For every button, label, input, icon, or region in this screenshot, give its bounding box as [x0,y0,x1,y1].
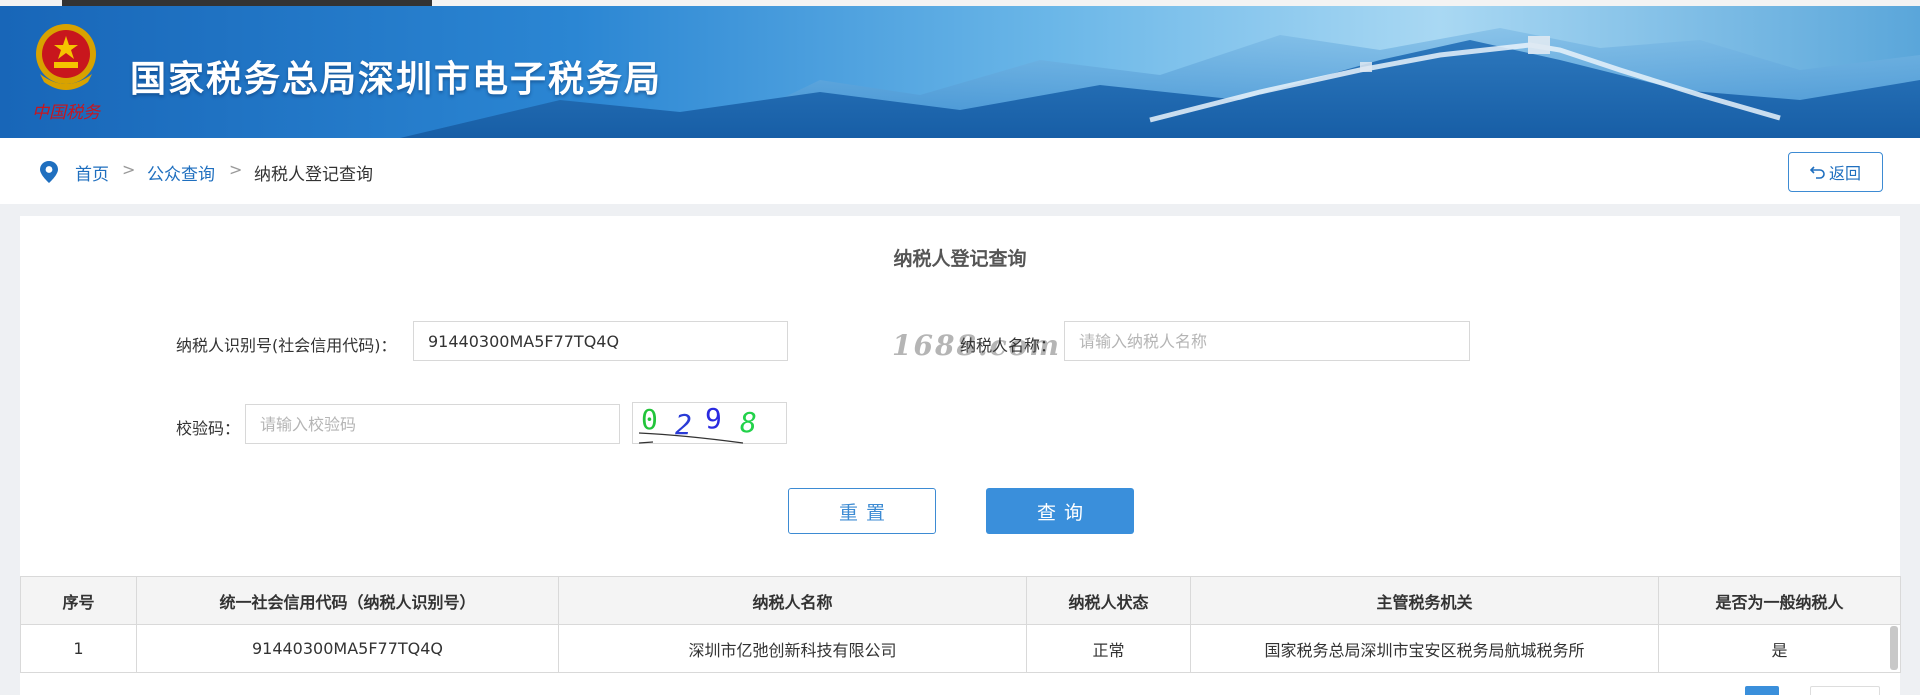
location-pin-icon [40,161,58,183]
cell-taxpayer-name: 深圳市亿弛创新科技有限公司 [558,624,1027,673]
taxpayer-name-input[interactable] [1064,321,1470,361]
table-row: 1 91440300MA5F77TQ4Q 深圳市亿弛创新科技有限公司 正常 国家… [20,624,1901,673]
query-panel: 纳税人登记查询 纳税人识别号(社会信用代码)： 1688.com 纳税人名称： … [20,216,1901,695]
breadcrumb-separator: > [122,160,136,179]
captcha-input[interactable] [245,404,620,444]
pager-control[interactable] [1810,686,1880,695]
column-header-general-taxpayer: 是否为一般纳税人 [1658,576,1901,625]
undo-arrow-icon [1809,166,1825,179]
captcha-label: 校验码： [176,419,241,438]
column-header-taxpayer-name: 纳税人名称 [558,576,1027,625]
breadcrumb-current: 纳税人登记查询 [254,165,373,185]
column-header-index: 序号 [20,576,137,625]
breadcrumb-separator: > [229,160,243,179]
captcha-graphic: 0 2 9 8 [638,402,757,444]
captcha-digit: 9 [705,403,722,435]
cell-status: 正常 [1026,624,1191,673]
taxpayer-id-input[interactable] [413,321,788,361]
captcha-digit: 0 [641,403,658,436]
header-banner: 中国税务 国家税务总局深圳市电子税务局 [0,0,1920,138]
breadcrumb-public-query-link[interactable]: 公众查询 [147,160,215,185]
column-header-tax-authority: 主管税务机关 [1190,576,1659,625]
query-button[interactable]: 查询 [986,488,1134,534]
back-button[interactable]: 返回 [1788,152,1883,192]
breadcrumb: 首页 > 公众查询 > 纳税人登记查询 返回 [0,138,1920,204]
captcha-image[interactable]: 0 2 9 8 [632,402,787,444]
reset-button[interactable]: 重置 [788,488,936,534]
cell-credit-code: 91440300MA5F77TQ4Q [136,624,559,673]
site-title: 国家税务总局深圳市电子税务局 [130,59,663,100]
emblem-caption: 中国税务 [32,103,102,123]
back-button-label: 返回 [1828,166,1861,183]
results-table: 序号 统一社会信用代码（纳税人识别号） 纳税人名称 纳税人状态 主管税务机关 是… [20,576,1901,673]
pager-active-page[interactable] [1745,686,1779,695]
column-header-status: 纳税人状态 [1026,576,1191,625]
cell-index: 1 [20,624,137,673]
cell-tax-authority: 国家税务总局深圳市宝安区税务局航城税务所 [1190,624,1659,673]
taxpayer-name-label: 纳税人名称： [960,336,1057,355]
taxpayer-id-label: 纳税人识别号(社会信用代码)： [176,336,397,355]
national-emblem-icon: 中国税务 [32,24,102,123]
table-header-row: 序号 统一社会信用代码（纳税人识别号） 纳税人名称 纳税人状态 主管税务机关 是… [20,576,1901,625]
table-scrollbar[interactable] [1890,626,1898,670]
cell-general-taxpayer: 是 [1658,624,1901,673]
captcha-digit: 8 [740,406,757,439]
column-header-credit-code: 统一社会信用代码（纳税人识别号） [136,576,559,625]
form-title: 纳税人登记查询 [893,248,1027,270]
breadcrumb-home-link[interactable]: 首页 [75,160,109,185]
